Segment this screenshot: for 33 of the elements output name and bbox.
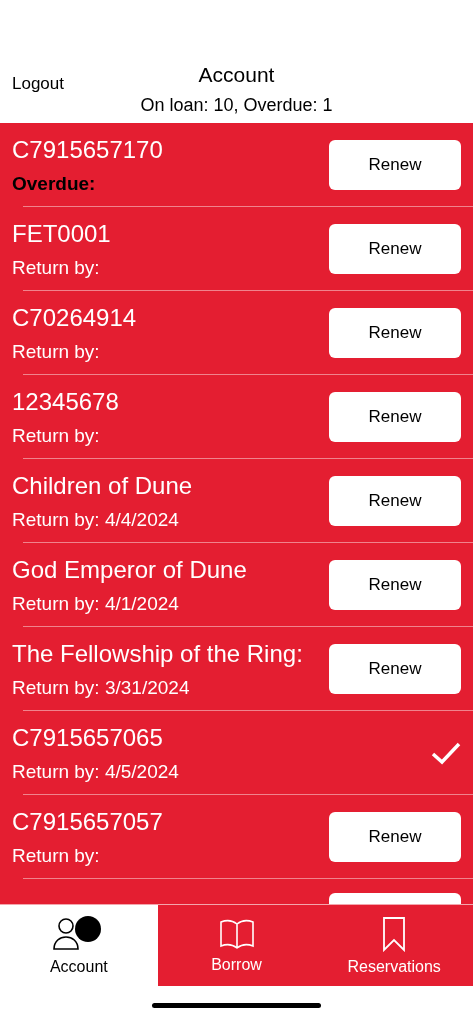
renew-button[interactable]: Renew	[329, 224, 461, 274]
due-date: Return by:	[12, 256, 101, 279]
renew-button[interactable]: Renew	[329, 644, 461, 694]
renew-button[interactable]: Renew	[329, 560, 461, 610]
due-date: Return by: 4/1/2024	[12, 592, 180, 615]
due-date: Return by: 3/31/2024	[12, 676, 191, 699]
renew-button[interactable]: Renew	[329, 140, 461, 190]
due-date: Return by:	[12, 844, 101, 867]
loan-title: C7915657170	[12, 135, 164, 164]
due-date: Return by:	[12, 340, 101, 363]
loan-title: C7915657065	[12, 723, 164, 752]
home-indicator[interactable]	[152, 1002, 321, 1008]
renew-button[interactable]: Renew	[329, 392, 461, 442]
due-date: Return by: 4/4/2024	[12, 508, 180, 531]
overdue-label: Overdue:	[12, 172, 97, 195]
loan-title: Children of Dune	[12, 471, 194, 500]
loan-title: C70264914	[12, 303, 138, 332]
book-icon	[218, 917, 255, 950]
loan-title: C7915657057	[12, 807, 164, 836]
loan-title: God Emperor of Dune	[12, 555, 248, 584]
bookmark-icon	[382, 915, 407, 952]
tab[interactable]: Account	[0, 905, 158, 986]
renew-button[interactable]: Renew	[329, 812, 461, 862]
due-date: Return by:	[12, 424, 101, 447]
page-title: Account	[198, 62, 275, 88]
renew-button[interactable]: Renew	[329, 308, 461, 358]
renew-button[interactable]: Renew	[329, 476, 461, 526]
loan-title: The Fellowship of the Ring:	[12, 639, 304, 668]
loan-title: FET0001	[12, 219, 112, 248]
loan-summary: On loan: 10, Overdue: 1	[140, 94, 333, 116]
logout-button[interactable]: Logout	[12, 74, 64, 94]
due-date: Return by: 4/5/2024	[12, 760, 180, 783]
loan-title: 12345678	[12, 387, 120, 416]
